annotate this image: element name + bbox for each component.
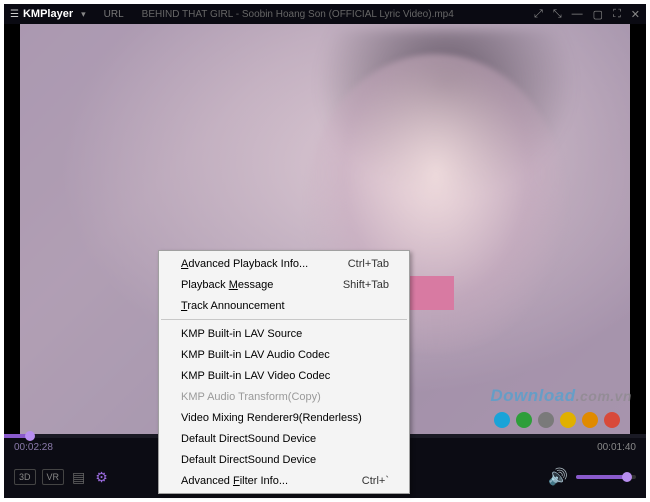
menu-directsound-2[interactable]: Default DirectSound Device: [159, 449, 409, 470]
time-total: 00:01:40: [597, 442, 636, 453]
menu-advanced-playback-info[interactable]: Advanced Playback Info... Ctrl+Tab: [159, 253, 409, 274]
color-dots: [494, 412, 620, 428]
titlebar: ☰ KMPlayer ▾ URL BEHIND THAT GIRL - Soob…: [4, 4, 646, 24]
menu-playback-message[interactable]: Playback Message Shift+Tab: [159, 274, 409, 295]
menu-audio-transform: KMP Audio Transform(Copy): [159, 386, 409, 407]
compact-icon[interactable]: ⤡: [553, 8, 562, 21]
dot-orange[interactable]: [582, 412, 598, 428]
menu-lav-audio[interactable]: KMP Built-in LAV Audio Codec: [159, 344, 409, 365]
playlist-icon[interactable]: ▤: [72, 469, 85, 486]
menu-lav-video[interactable]: KMP Built-in LAV Video Codec: [159, 365, 409, 386]
dot-blue[interactable]: [494, 412, 510, 428]
window-buttons: ⤢ ⤡ — ▢ ⛶ ✕: [534, 8, 640, 21]
dot-red[interactable]: [604, 412, 620, 428]
dot-yellow[interactable]: [560, 412, 576, 428]
watermark: Download.com.vn: [490, 386, 632, 406]
volume-fill: [576, 475, 627, 479]
dot-gray[interactable]: [538, 412, 554, 428]
volume-thumb[interactable]: [622, 472, 632, 482]
volume-icon[interactable]: 🔊: [548, 467, 568, 487]
url-button[interactable]: URL: [104, 9, 124, 20]
context-menu: Advanced Playback Info... Ctrl+Tab Playb…: [158, 250, 410, 494]
menu-lav-source[interactable]: KMP Built-in LAV Source: [159, 323, 409, 344]
app-logo: KMPlayer: [23, 8, 73, 20]
badge-vr[interactable]: VR: [42, 469, 65, 485]
menu-shortcut: Shift+Tab: [343, 279, 389, 291]
chevron-down-icon[interactable]: ▾: [81, 9, 86, 20]
minimize-icon[interactable]: —: [572, 8, 583, 21]
maximize-icon[interactable]: ▢: [593, 8, 603, 21]
dot-green[interactable]: [516, 412, 532, 428]
seek-thumb[interactable]: [25, 431, 35, 441]
menu-label: Advanced Filter Info...: [181, 475, 362, 487]
menu-shortcut: Ctrl+`: [362, 475, 389, 487]
close-icon[interactable]: ✕: [631, 8, 640, 21]
menu-icon[interactable]: ☰: [10, 9, 19, 20]
menu-track-announcement[interactable]: Track Announcement: [159, 295, 409, 316]
menu-advanced-filter-info[interactable]: Advanced Filter Info... Ctrl+`: [159, 470, 409, 491]
time-elapsed: 00:02:28: [14, 442, 53, 453]
menu-directsound-1[interactable]: Default DirectSound Device: [159, 428, 409, 449]
gear-icon[interactable]: ⚙: [95, 469, 108, 486]
volume-slider[interactable]: [576, 475, 636, 479]
menu-shortcut: Ctrl+Tab: [348, 258, 389, 270]
menu-separator: [161, 319, 407, 320]
menu-label: Playback Message: [181, 279, 343, 291]
badge-3d[interactable]: 3D: [14, 469, 36, 485]
menu-label: Track Announcement: [181, 300, 389, 312]
menu-vmr9[interactable]: Video Mixing Renderer9(Renderless): [159, 407, 409, 428]
fullscreen-icon[interactable]: ⛶: [613, 8, 621, 21]
popout-icon[interactable]: ⤢: [534, 8, 543, 21]
file-title: BEHIND THAT GIRL - Soobin Hoang Son (OFF…: [142, 9, 454, 20]
menu-label: Advanced Playback Info...: [181, 258, 348, 270]
